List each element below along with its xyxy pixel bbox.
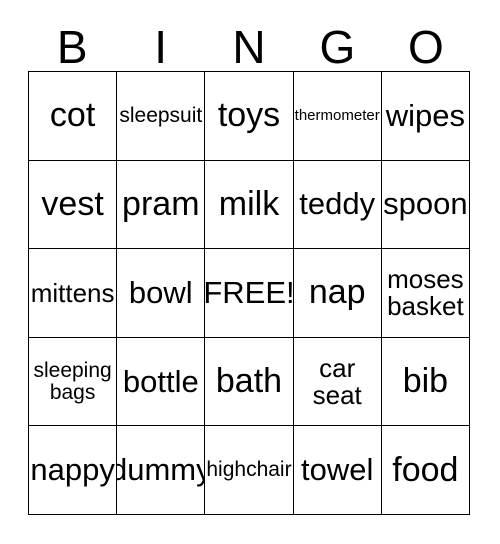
header-letter-b: B [56,21,88,73]
bingo-cell-g2[interactable]: teddy [293,160,382,250]
bingo-cell-label: bib [402,362,449,401]
bingo-cell-label: bath [215,362,283,401]
bingo-cell-o4[interactable]: bib [381,337,470,427]
bingo-cell-label: car seat [312,352,362,410]
bingo-cell-label: teddy [299,186,376,222]
bingo-cell-label: dummy [117,452,206,488]
bingo-cell-i3[interactable]: bowl [117,249,206,338]
bingo-cell-b1[interactable]: cot [29,72,118,161]
bingo-cell-label: pram [122,184,200,223]
bingo-cell-label: food [392,450,459,489]
bingo-cell-b4[interactable]: sleeping bags [29,337,118,427]
bingo-cell-b3[interactable]: mittens [29,249,118,338]
bingo-cell-o2[interactable]: spoon [381,160,470,250]
bingo-cell-n2[interactable]: milk [205,160,294,250]
bingo-cell-n1[interactable]: toys [205,72,294,161]
bingo-cell-i2[interactable]: pram [117,160,206,250]
bingo-cell-o5[interactable]: food [381,426,470,515]
bingo-cell-b2[interactable]: vest [29,160,118,250]
bingo-cell-i5[interactable]: dummy [117,426,206,515]
bingo-free-space-label: FREE! [205,275,294,311]
bingo-cell-label: toys [217,96,281,135]
bingo-cell-g5[interactable]: towel [293,426,382,515]
bingo-cell-free[interactable]: FREE! [205,249,294,338]
bingo-cell-g3[interactable]: nap [293,249,382,338]
bingo-cell-label: milk [218,184,280,223]
bingo-cell-g4[interactable]: car seat [293,337,382,427]
bingo-cell-label: cot [49,96,96,135]
bingo-cell-label: highchair [206,458,292,482]
bingo-cell-g1[interactable]: thermometer [293,72,382,161]
bingo-cell-label: wipes [385,97,466,133]
bingo-cell-label: thermometer [294,107,380,125]
bingo-cell-label: towel [301,452,374,488]
header-letter-n: N [232,21,266,73]
bingo-header: B I N G O [28,20,470,71]
bingo-cell-i1[interactable]: sleepsuit [117,72,206,161]
bingo-cell-label: moses basket [387,264,464,321]
bingo-cell-label: bowl [128,275,193,311]
bingo-cell-b5[interactable]: nappy [29,426,118,515]
bingo-cell-label: nap [308,273,366,312]
bingo-cell-i4[interactable]: bottle [117,337,206,427]
header-letter-o: O [407,21,444,73]
bingo-cell-label: nappy [30,452,115,488]
bingo-cell-n4[interactable]: bath [205,337,294,427]
bingo-cell-label: vest [41,184,104,223]
bingo-cell-label: spoon [383,186,468,222]
header-letter-i: I [154,21,167,73]
bingo-grid: cot sleepsuit toys thermometer wipes ves… [28,71,470,515]
bingo-cell-label: sleeping bags [33,358,112,404]
bingo-cell-label: bottle [122,363,199,399]
header-letter-g: G [319,21,356,73]
bingo-card: B I N G O cot sleepsuit toys thermometer… [0,0,500,544]
bingo-cell-o3[interactable]: moses basket [381,249,470,338]
bingo-cell-n5[interactable]: highchair [205,426,294,515]
bingo-cell-o1[interactable]: wipes [381,72,470,161]
bingo-cell-label: mittens [30,277,115,308]
bingo-cell-label: sleepsuit [119,103,203,127]
